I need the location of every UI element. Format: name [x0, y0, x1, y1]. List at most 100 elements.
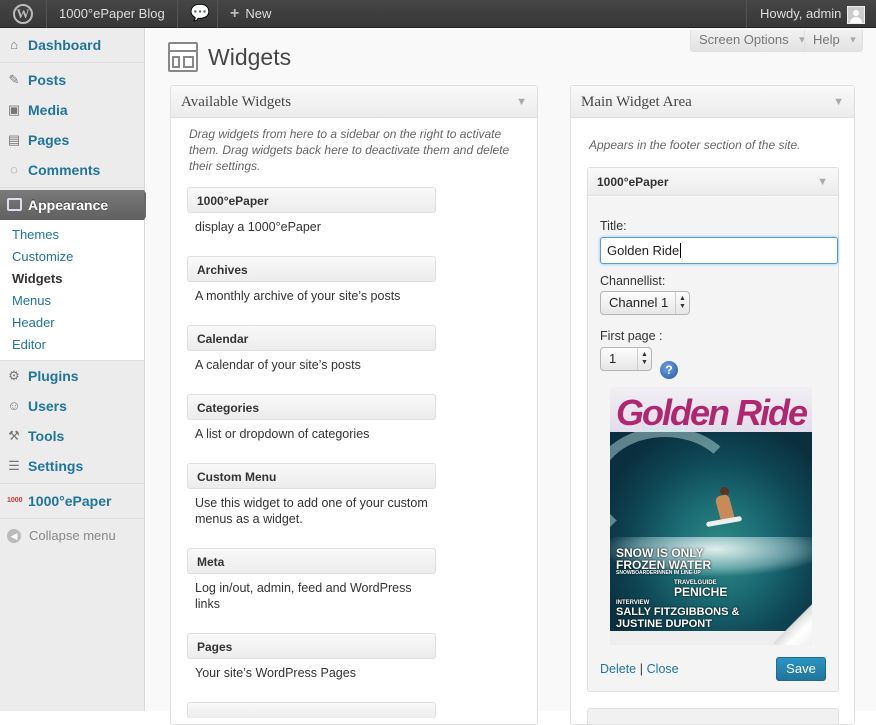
toggle-arrow-icon[interactable]: ▼	[516, 86, 527, 118]
wordpress-logo-icon[interactable]: W	[0, 0, 46, 28]
delete-link[interactable]: Delete	[600, 662, 636, 676]
submenu-item-header[interactable]: Header	[0, 312, 144, 334]
admin-bar-divider	[217, 0, 218, 28]
widget-categories[interactable]: Categories	[187, 394, 436, 420]
screen-options-button[interactable]: Screen Options	[690, 30, 812, 52]
sidebar-item-plugins[interactable]: ⚙ Plugins	[0, 361, 144, 391]
sidebar-item-pages[interactable]: ▤ Pages	[0, 125, 144, 155]
widget-description: A monthly archive of your site’s posts	[195, 289, 401, 303]
epaper-widget: 1000°ePaper ▼ Title: Golden Ride Channel…	[587, 167, 839, 692]
page-curl-icon[interactable]	[774, 603, 812, 645]
title-input-value: Golden Ride	[607, 243, 680, 258]
widget-custom-menu[interactable]: Custom Menu	[187, 463, 436, 489]
menu-separator	[0, 62, 144, 63]
sidebar-item-label: Comments	[28, 162, 101, 178]
panel-title: Main Widget Area	[581, 94, 692, 110]
admin-bar-divider	[177, 0, 178, 28]
help-button[interactable]: Help	[804, 30, 863, 52]
media-icon: ▣	[7, 102, 21, 117]
collapse-menu-button[interactable]: ◀ Collapse menu	[0, 521, 144, 551]
sidebar-item-label: Pages	[28, 132, 70, 148]
comments-bubble-icon[interactable]: 💬	[190, 0, 210, 28]
users-icon: ☺	[7, 398, 21, 413]
text-cursor	[680, 243, 682, 258]
title-label: Title:	[600, 219, 627, 233]
select-arrows-icon: ▲ ▼	[637, 348, 651, 370]
widget-next[interactable]	[187, 702, 436, 718]
epaper-widget-body: Title: Golden Ride Channellist: Channel …	[588, 197, 838, 691]
toggle-arrow-icon[interactable]: ▼	[817, 168, 828, 196]
cover-travel-title: PENICHE	[674, 585, 728, 599]
sidebar-item-label: Appearance	[28, 197, 109, 213]
sidebar-item-label: Users	[28, 398, 67, 414]
cover-headline-3: SNOWBOARDERINNEN IM LINE-UP	[616, 570, 701, 576]
submenu-item-editor[interactable]: Editor	[0, 334, 144, 356]
submenu-item-widgets[interactable]: Widgets	[0, 268, 144, 290]
widget-meta[interactable]: Meta	[187, 548, 436, 574]
question-icon[interactable]: ?	[660, 361, 678, 379]
admin-bar-divider	[46, 0, 47, 28]
toggle-arrow-icon[interactable]: ▼	[833, 86, 844, 118]
first-page-select[interactable]: 1 ▲ ▼	[600, 347, 652, 371]
sidebar-item-tools[interactable]: ⚒ Tools	[0, 421, 144, 451]
new-label: New	[245, 6, 272, 21]
sidebar-item-label: Tools	[28, 428, 65, 444]
admin-sidebar: ⌂ Dashboard ✎ Posts ▣ Media ▤ Pages ◌ Comment…	[0, 28, 153, 711]
epaper-icon: 1000	[7, 497, 23, 504]
appearance-submenu: Themes Customize Widgets Menus Header Ed…	[0, 220, 144, 361]
sidebar-item-posts[interactable]: ✎ Posts	[0, 65, 144, 95]
sidebar-item-epaper[interactable]: 1000 1000°ePaper	[0, 486, 144, 516]
widget-title: 1000°ePaper	[597, 175, 669, 189]
sidebar-item-users[interactable]: ☺ Users	[0, 391, 144, 421]
sidebar-item-media[interactable]: ▣ Media	[0, 95, 144, 125]
sidebar-item-label: Plugins	[28, 368, 79, 384]
link-separator: |	[639, 662, 644, 676]
sidebar-item-comments[interactable]: ◌ Comments	[0, 155, 144, 185]
channellist-select[interactable]: Channel 1 ▲ ▼	[600, 291, 690, 315]
comment-icon: ◌	[10, 162, 18, 177]
account-menu[interactable]: Howdy, admin	[760, 0, 866, 28]
sidebar-item-label: Media	[28, 102, 68, 118]
close-link[interactable]: Close	[647, 662, 679, 676]
epaper-widget-header[interactable]: 1000°ePaper ▼	[588, 168, 838, 196]
widget-pages[interactable]: Pages	[187, 633, 436, 659]
collapse-label: Collapse menu	[29, 528, 116, 543]
save-button[interactable]: Save	[776, 657, 826, 681]
next-sidebar-widget[interactable]	[587, 708, 839, 724]
channellist-label: Channellist:	[600, 274, 666, 288]
widget-archives[interactable]: Archives	[187, 256, 436, 282]
pages-icon: ▤	[7, 132, 21, 147]
submenu-item-themes[interactable]: Themes	[0, 224, 144, 246]
avatar	[847, 5, 866, 24]
sidebar-item-appearance[interactable]: Appearance	[0, 190, 153, 220]
cover-masthead: Golden Ride	[615, 392, 808, 433]
main-widget-area-description: Appears in the footer section of the sit…	[589, 138, 801, 152]
admin-bar: W 1000°ePaper Blog 💬 + New Howdy, admin	[0, 0, 876, 28]
widgets-page-icon	[168, 42, 198, 72]
cover-interview-title-1: SALLY FITZGIBBONS &	[616, 606, 740, 618]
panel-title: Available Widgets	[181, 94, 292, 110]
main-widget-area-header[interactable]: Main Widget Area ▼	[571, 86, 854, 118]
main-content: Screen Options Help Widgets Available Wi…	[146, 28, 876, 725]
sidebar-item-settings[interactable]: ☰ Settings	[0, 451, 144, 481]
channellist-value: Channel 1	[609, 295, 669, 310]
widget-description: Use this widget to add one of your custo…	[195, 496, 428, 526]
submenu-item-menus[interactable]: Menus	[0, 290, 144, 312]
title-input[interactable]: Golden Ride	[600, 237, 838, 264]
widget-description: display a 1000°ePaper	[195, 220, 321, 234]
new-content-button[interactable]: + New	[230, 0, 271, 28]
menu-separator	[0, 483, 144, 484]
sidebar-item-label: Dashboard	[28, 37, 102, 53]
available-widgets-header[interactable]: Available Widgets ▼	[171, 86, 537, 118]
sidebar-item-label: 1000°ePaper	[28, 493, 112, 509]
menu-separator	[0, 187, 144, 188]
widget-epaper[interactable]: 1000°ePaper	[187, 187, 436, 213]
site-name-link[interactable]: 1000°ePaper Blog	[59, 0, 165, 28]
pin-icon: ✎	[8, 72, 20, 87]
menu-separator	[0, 518, 144, 519]
sidebar-item-dashboard[interactable]: ⌂ Dashboard	[0, 30, 144, 60]
widget-calendar[interactable]: Calendar	[187, 325, 436, 351]
submenu-item-customize[interactable]: Customize	[0, 246, 144, 268]
collapse-arrow-icon: ◀	[7, 529, 21, 543]
first-page-label: First page :	[600, 329, 663, 343]
